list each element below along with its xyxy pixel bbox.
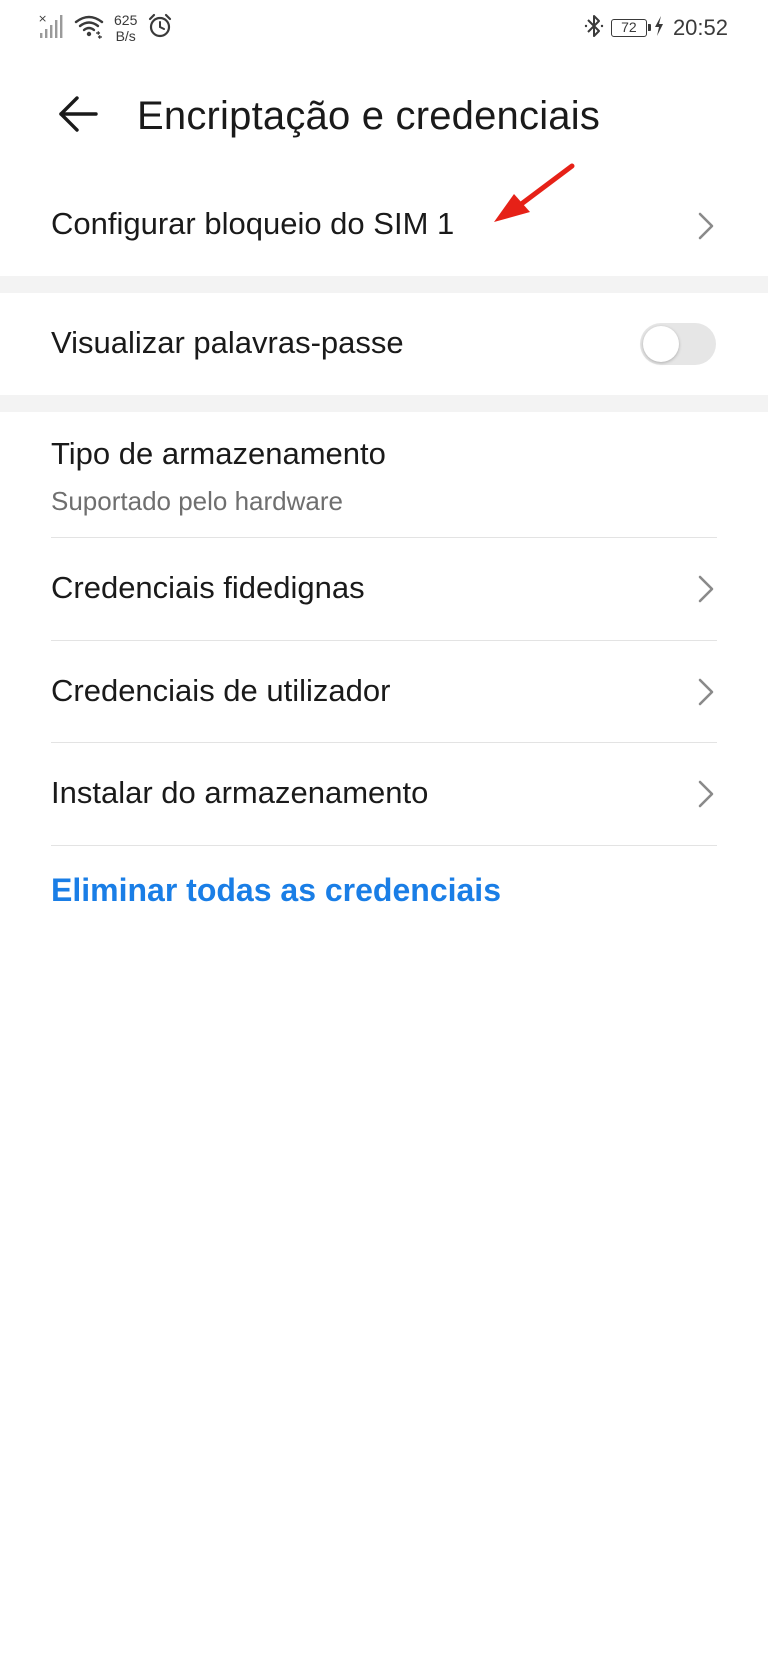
storage-type-row: Tipo de armazenamento Suportado pelo har… <box>0 412 768 538</box>
trusted-credentials-label: Credenciais fidedignas <box>51 570 365 605</box>
svg-text:×: × <box>38 13 47 25</box>
app-bar: Encriptação e credenciais <box>0 70 768 162</box>
sim-lock-row[interactable]: Configurar bloqueio do SIM 1 <box>0 176 768 276</box>
network-speed-value: 625 <box>114 12 138 28</box>
show-passwords-label: Visualizar palavras-passe <box>51 325 404 360</box>
storage-type-value: Suportado pelo hardware <box>51 486 343 516</box>
network-speed-unit: B/s <box>115 28 136 44</box>
chevron-right-icon <box>698 780 714 808</box>
charging-icon <box>653 15 665 42</box>
status-bar-left: × 625 B/s <box>38 10 173 46</box>
show-passwords-toggle[interactable] <box>640 323 716 365</box>
toggle-knob <box>643 326 679 362</box>
user-credentials-row[interactable]: Credenciais de utilizador <box>0 641 768 743</box>
network-speed: 625 B/s <box>114 12 137 44</box>
arrow-left-icon <box>56 92 100 141</box>
annotation-arrow-icon <box>494 163 575 222</box>
chevron-right-icon <box>698 678 714 706</box>
trusted-credentials-row[interactable]: Credenciais fidedignas <box>0 538 768 640</box>
status-time: 20:52 <box>672 15 728 40</box>
section-gap <box>0 395 768 412</box>
section-gap <box>0 276 768 293</box>
install-from-storage-row[interactable]: Instalar do armazenamento <box>0 743 768 845</box>
clear-credentials-button[interactable]: Eliminar todas as credenciais <box>51 872 501 909</box>
battery-icon: 72 <box>610 19 651 37</box>
show-passwords-row[interactable]: Visualizar palavras-passe <box>0 293 768 395</box>
chevron-right-icon <box>698 575 714 603</box>
bluetooth-icon <box>583 13 605 44</box>
wifi-icon <box>74 13 104 44</box>
page-title: Encriptação e credenciais <box>137 94 601 138</box>
back-button[interactable] <box>50 88 106 144</box>
alarm-icon <box>147 13 173 44</box>
sim-lock-label: Configurar bloqueio do SIM 1 <box>51 206 455 241</box>
divider <box>51 845 717 846</box>
status-bar-right: 72 20:52 <box>583 10 728 46</box>
chevron-right-icon <box>698 212 714 240</box>
status-bar: × 625 B/s 72 20:52 <box>0 0 768 56</box>
install-from-storage-label: Instalar do armazenamento <box>51 775 429 810</box>
signal-off-icon: × <box>38 12 64 44</box>
storage-type-label: Tipo de armazenamento <box>51 436 386 471</box>
battery-level: 72 <box>621 19 637 35</box>
user-credentials-label: Credenciais de utilizador <box>51 673 391 708</box>
